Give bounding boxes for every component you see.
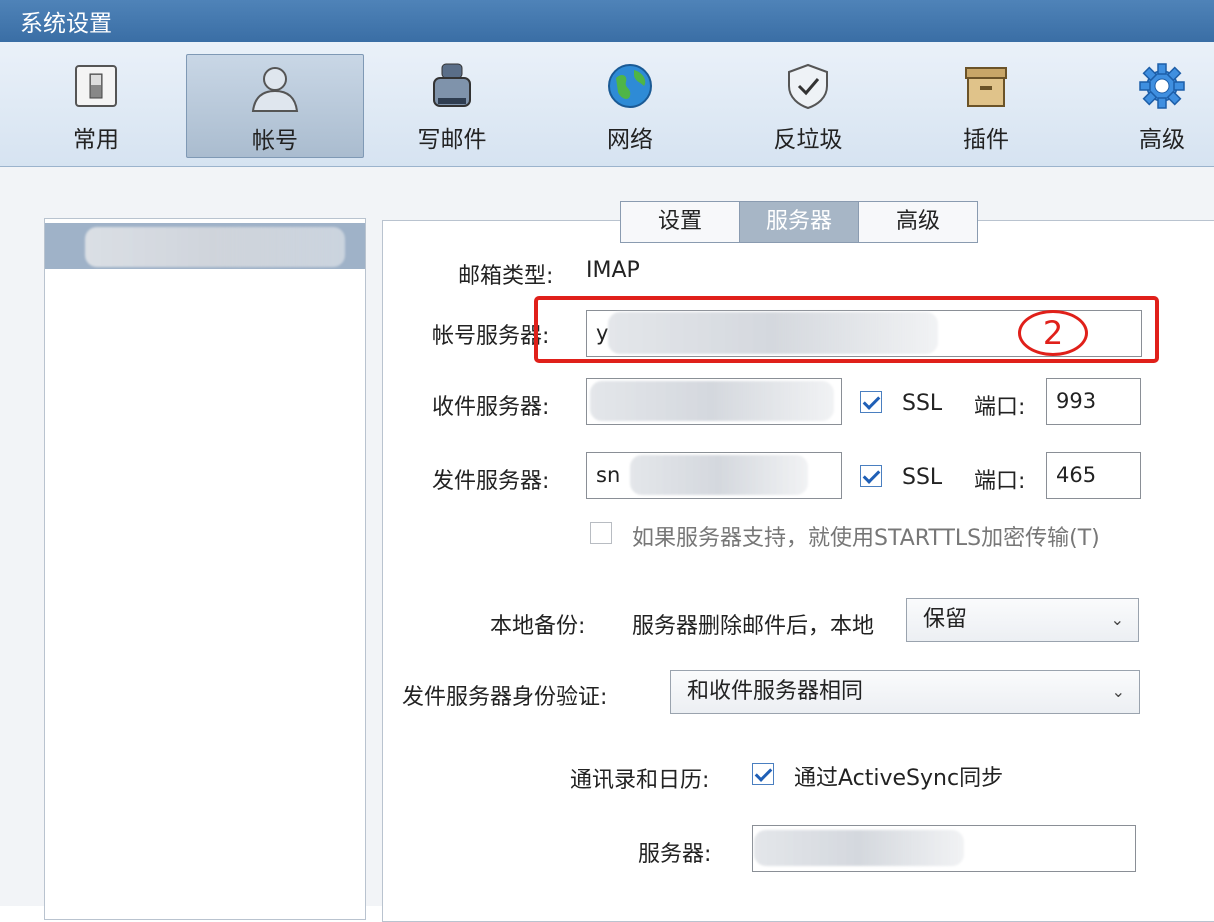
outgoing-server-value: sn — [596, 463, 621, 487]
outgoing-auth-value: 和收件服务器相同 — [687, 679, 864, 704]
toolbar-label-advanced: 高级 — [1139, 127, 1185, 153]
settings-toolbar: 常用 帐号 写邮件 网络 反垃圾 插件 高级 — [0, 42, 1214, 167]
outgoing-port-input[interactable]: 465 — [1046, 452, 1141, 499]
toolbar-label-general: 常用 — [73, 127, 119, 153]
local-backup-desc: 服务器删除邮件后，本地 — [632, 614, 875, 639]
annotation-marker: 2 — [1018, 310, 1088, 356]
toolbar-item-compose[interactable]: 写邮件 — [364, 54, 540, 156]
incoming-ssl-label: SSL — [902, 391, 943, 416]
outgoing-auth-label: 发件服务器身份验证: — [402, 685, 608, 710]
outgoing-server-label: 发件服务器: — [432, 469, 550, 494]
outgoing-ssl-label: SSL — [902, 465, 943, 490]
tab-settings[interactable]: 设置 — [620, 201, 740, 243]
local-backup-value: 保留 — [923, 607, 968, 632]
switch-icon — [75, 65, 117, 107]
toolbar-item-advanced[interactable]: 高级 — [1074, 54, 1214, 156]
mailbox-type-label: 邮箱类型: — [458, 264, 554, 289]
outgoing-ssl-checkbox[interactable] — [860, 465, 882, 487]
activesync-checkbox[interactable] — [752, 763, 774, 785]
incoming-port-value: 993 — [1056, 389, 1097, 413]
incoming-port-label: 端口: — [974, 395, 1026, 420]
redacted-activesync-server — [754, 830, 964, 866]
user-icon — [251, 67, 299, 112]
contacts-calendar-label: 通讯录和日历: — [570, 768, 710, 793]
toolbar-label-antispam: 反垃圾 — [773, 127, 843, 153]
outgoing-auth-select[interactable]: 和收件服务器相同 ⌄ — [670, 670, 1140, 714]
incoming-ssl-checkbox[interactable] — [860, 391, 882, 413]
account-server-label: 帐号服务器: — [432, 324, 550, 349]
account-list[interactable] — [44, 218, 366, 920]
redacted-account-name — [85, 227, 345, 267]
local-backup-label: 本地备份: — [490, 614, 586, 639]
chevron-down-icon: ⌄ — [1111, 682, 1125, 701]
toolbar-item-account[interactable]: 帐号 — [186, 54, 364, 158]
shield-icon — [788, 63, 828, 110]
window-title: 系统设置 — [20, 11, 112, 37]
gear-icon — [1139, 63, 1185, 109]
redacted-incoming-server — [590, 381, 834, 421]
local-backup-select[interactable]: 保留 ⌄ — [906, 598, 1139, 642]
server-label: 服务器: — [638, 842, 712, 867]
activesync-label: 通过ActiveSync同步 — [794, 766, 1004, 791]
tab-server[interactable]: 服务器 — [739, 201, 859, 243]
toolbar-item-plugins[interactable]: 插件 — [898, 54, 1074, 156]
outgoing-port-value: 465 — [1056, 463, 1097, 487]
toolbar-label-account: 帐号 — [252, 128, 298, 154]
outgoing-port-label: 端口: — [974, 469, 1026, 494]
globe-icon — [608, 64, 652, 108]
toolbar-label-plugins: 插件 — [963, 127, 1009, 153]
starttls-checkbox[interactable] — [590, 522, 612, 544]
toolbar-label-network: 网络 — [607, 127, 653, 153]
starttls-label: 如果服务器支持，就使用STARTTLS加密传输(T) — [632, 526, 1100, 551]
toolbar-label-compose: 写邮件 — [417, 127, 487, 153]
incoming-port-input[interactable]: 993 — [1046, 378, 1141, 425]
redacted-outgoing-server — [630, 455, 808, 495]
tab-advanced[interactable]: 高级 — [858, 201, 978, 243]
chevron-down-icon: ⌄ — [1110, 610, 1124, 629]
title-bar: 系统设置 — [0, 0, 1214, 42]
toolbar-item-network[interactable]: 网络 — [542, 54, 718, 156]
incoming-server-label: 收件服务器: — [432, 395, 550, 420]
toolbar-item-general[interactable]: 常用 — [8, 54, 184, 156]
box-icon — [965, 67, 1007, 107]
mailbox-type-value: IMAP — [586, 258, 640, 283]
compose-icon — [433, 63, 471, 107]
settings-tabs: 设置 服务器 高级 — [620, 201, 978, 243]
toolbar-item-antispam[interactable]: 反垃圾 — [720, 54, 896, 156]
